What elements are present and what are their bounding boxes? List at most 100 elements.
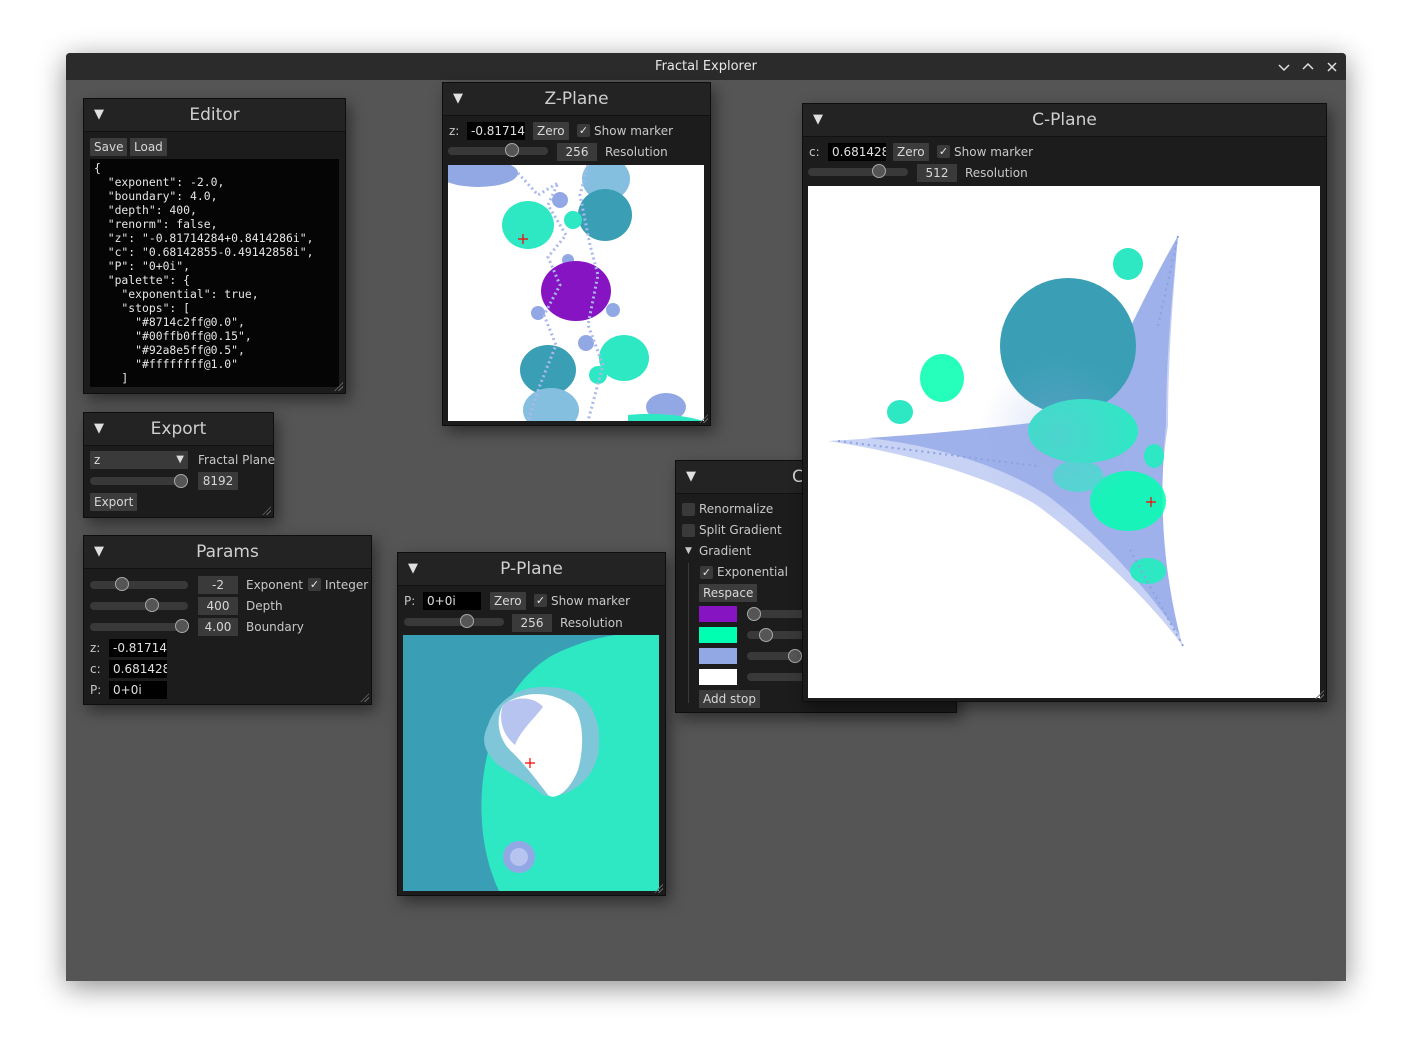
maximize-icon[interactable]	[1300, 59, 1316, 75]
p-plane-panel: ▼ P-Plane P: 0+0i Zero ✓ Show marker 256…	[397, 552, 666, 896]
p-resolution-slider-knob[interactable]	[460, 614, 474, 628]
json-editor[interactable]: { "exponent": -2.0, "boundary": 4.0, "de…	[90, 159, 339, 387]
resize-grip-icon[interactable]	[334, 382, 343, 391]
integer-label: Integer	[325, 578, 369, 592]
p-label: P:	[90, 683, 102, 697]
stop-color-swatch[interactable]	[699, 669, 737, 685]
p-plane-canvas[interactable]	[403, 635, 659, 891]
c-plane-panel: ▼ C-Plane c: 0.68142855-0.49142858i Zero…	[802, 103, 1327, 702]
p-plane-header[interactable]: ▼ P-Plane	[398, 553, 665, 586]
c-plane-header[interactable]: ▼ C-Plane	[803, 104, 1326, 137]
p-show-marker-label: Show marker	[551, 594, 631, 608]
fractal-plane-select[interactable]: z ▼	[90, 451, 188, 469]
boundary-value[interactable]: 4.00	[198, 618, 238, 636]
z-show-marker-checkbox[interactable]: ✓	[577, 124, 590, 137]
p-resolution-label: Resolution	[560, 616, 623, 630]
collapse-triangle-icon[interactable]: ▼	[94, 536, 104, 568]
z-resolution-slider[interactable]	[448, 147, 548, 155]
renormalize-checkbox[interactable]	[682, 503, 695, 516]
export-header[interactable]: ▼ Export	[84, 413, 273, 446]
json-editor-text[interactable]: { "exponent": -2.0, "boundary": 4.0, "de…	[90, 159, 339, 387]
close-icon[interactable]	[1324, 59, 1340, 75]
integer-checkbox[interactable]: ✓	[308, 578, 321, 591]
collapse-triangle-icon[interactable]: ▼	[813, 104, 823, 136]
p-plane-title: P-Plane	[500, 559, 563, 579]
stop-position-slider-knob[interactable]	[759, 628, 773, 642]
collapse-triangle-icon[interactable]: ▼	[94, 413, 104, 445]
collapse-triangle-icon[interactable]: ▼	[453, 83, 463, 115]
c-plane-canvas[interactable]	[808, 186, 1320, 698]
p-plane-input[interactable]: 0+0i	[423, 592, 481, 610]
export-panel: ▼ Export z ▼ Fractal Plane 8192 Export	[83, 412, 275, 518]
stop-position-slider[interactable]	[747, 673, 807, 681]
resize-grip-icon[interactable]	[1315, 690, 1324, 699]
c-plane-input[interactable]: 0.68142855-0.49142858i	[828, 143, 886, 161]
stop-color-swatch[interactable]	[699, 648, 737, 664]
boundary-slider-knob[interactable]	[175, 619, 189, 633]
resize-grip-icon[interactable]	[654, 884, 663, 893]
p-resolution-slider[interactable]	[404, 618, 504, 626]
c-resolution-value[interactable]: 512	[917, 164, 957, 182]
collapse-triangle-icon[interactable]: ▼	[94, 99, 104, 131]
z-field-label: z:	[449, 124, 460, 138]
collapse-triangle-icon[interactable]: ▼	[686, 461, 696, 493]
app-window: Fractal Explorer ▼ Editor Save Load { "e…	[66, 53, 1346, 981]
z-plane-input[interactable]: -0.81714284+0.8414286i	[467, 122, 525, 140]
exponent-slider-knob[interactable]	[115, 577, 129, 591]
p-plane-fractal-image	[481, 635, 659, 891]
stop-position-slider[interactable]	[747, 631, 807, 639]
editor-header[interactable]: ▼ Editor	[84, 99, 345, 132]
z-zero-button[interactable]: Zero	[533, 122, 569, 140]
exponent-value[interactable]: -2	[198, 576, 238, 594]
p-show-marker-checkbox[interactable]: ✓	[534, 594, 547, 607]
z-input[interactable]: -0.81714284+0.8414286i	[109, 639, 167, 657]
c-resolution-slider-knob[interactable]	[872, 164, 886, 178]
p-zero-button[interactable]: Zero	[490, 592, 526, 610]
load-button[interactable]: Load	[130, 138, 167, 156]
z-resolution-value[interactable]: 256	[557, 143, 597, 161]
depth-label: Depth	[246, 599, 283, 613]
export-size-value[interactable]: 8192	[198, 472, 238, 490]
minimize-icon[interactable]	[1276, 59, 1292, 75]
editor-panel: ▼ Editor Save Load { "exponent": -2.0, "…	[83, 98, 346, 394]
p-resolution-value[interactable]: 256	[512, 614, 552, 632]
c-plane-title: C-Plane	[1032, 110, 1097, 130]
collapse-triangle-icon[interactable]: ▼	[408, 553, 418, 585]
z-resolution-slider-knob[interactable]	[505, 143, 519, 157]
stop-position-slider-knob[interactable]	[788, 649, 802, 663]
boundary-slider[interactable]	[90, 623, 188, 631]
stop-color-swatch[interactable]	[699, 627, 737, 643]
respace-button[interactable]: Respace	[699, 584, 758, 602]
resize-grip-icon[interactable]	[262, 506, 271, 515]
depth-slider[interactable]	[90, 602, 188, 610]
depth-value[interactable]: 400	[198, 597, 238, 615]
z-plane-title: Z-Plane	[544, 89, 609, 109]
z-plane-canvas[interactable]	[448, 165, 704, 421]
exponential-checkbox[interactable]: ✓	[700, 566, 713, 579]
add-stop-button[interactable]: Add stop	[699, 690, 760, 708]
tree-indent-line	[688, 563, 689, 703]
params-panel: ▼ Params -2 Exponent ✓ Integer 400 Depth…	[83, 535, 372, 705]
renormalize-label: Renormalize	[699, 502, 774, 516]
gradient-expand-icon[interactable]: ▼	[685, 542, 692, 560]
stop-color-swatch[interactable]	[699, 606, 737, 622]
export-button[interactable]: Export	[90, 493, 138, 511]
depth-slider-knob[interactable]	[145, 598, 159, 612]
c-show-marker-label: Show marker	[954, 145, 1034, 159]
c-zero-button[interactable]: Zero	[893, 143, 929, 161]
z-plane-header[interactable]: ▼ Z-Plane	[443, 83, 710, 116]
exponent-slider[interactable]	[90, 581, 188, 589]
c-resolution-slider[interactable]	[808, 168, 908, 176]
save-button[interactable]: Save	[90, 138, 128, 156]
c-show-marker-checkbox[interactable]: ✓	[937, 145, 950, 158]
split-gradient-checkbox[interactable]	[682, 524, 695, 537]
resize-grip-icon[interactable]	[360, 693, 369, 702]
dropdown-arrow-icon: ▼	[176, 454, 184, 465]
stop-position-slider-knob[interactable]	[747, 607, 761, 621]
c-input[interactable]: 0.68142855-0.49142858i	[109, 660, 167, 678]
resize-grip-icon[interactable]	[699, 414, 708, 423]
z-show-marker-label: Show marker	[594, 124, 674, 138]
export-size-slider-knob[interactable]	[174, 474, 188, 488]
p-input[interactable]: 0+0i	[109, 681, 167, 699]
params-header[interactable]: ▼ Params	[84, 536, 371, 569]
